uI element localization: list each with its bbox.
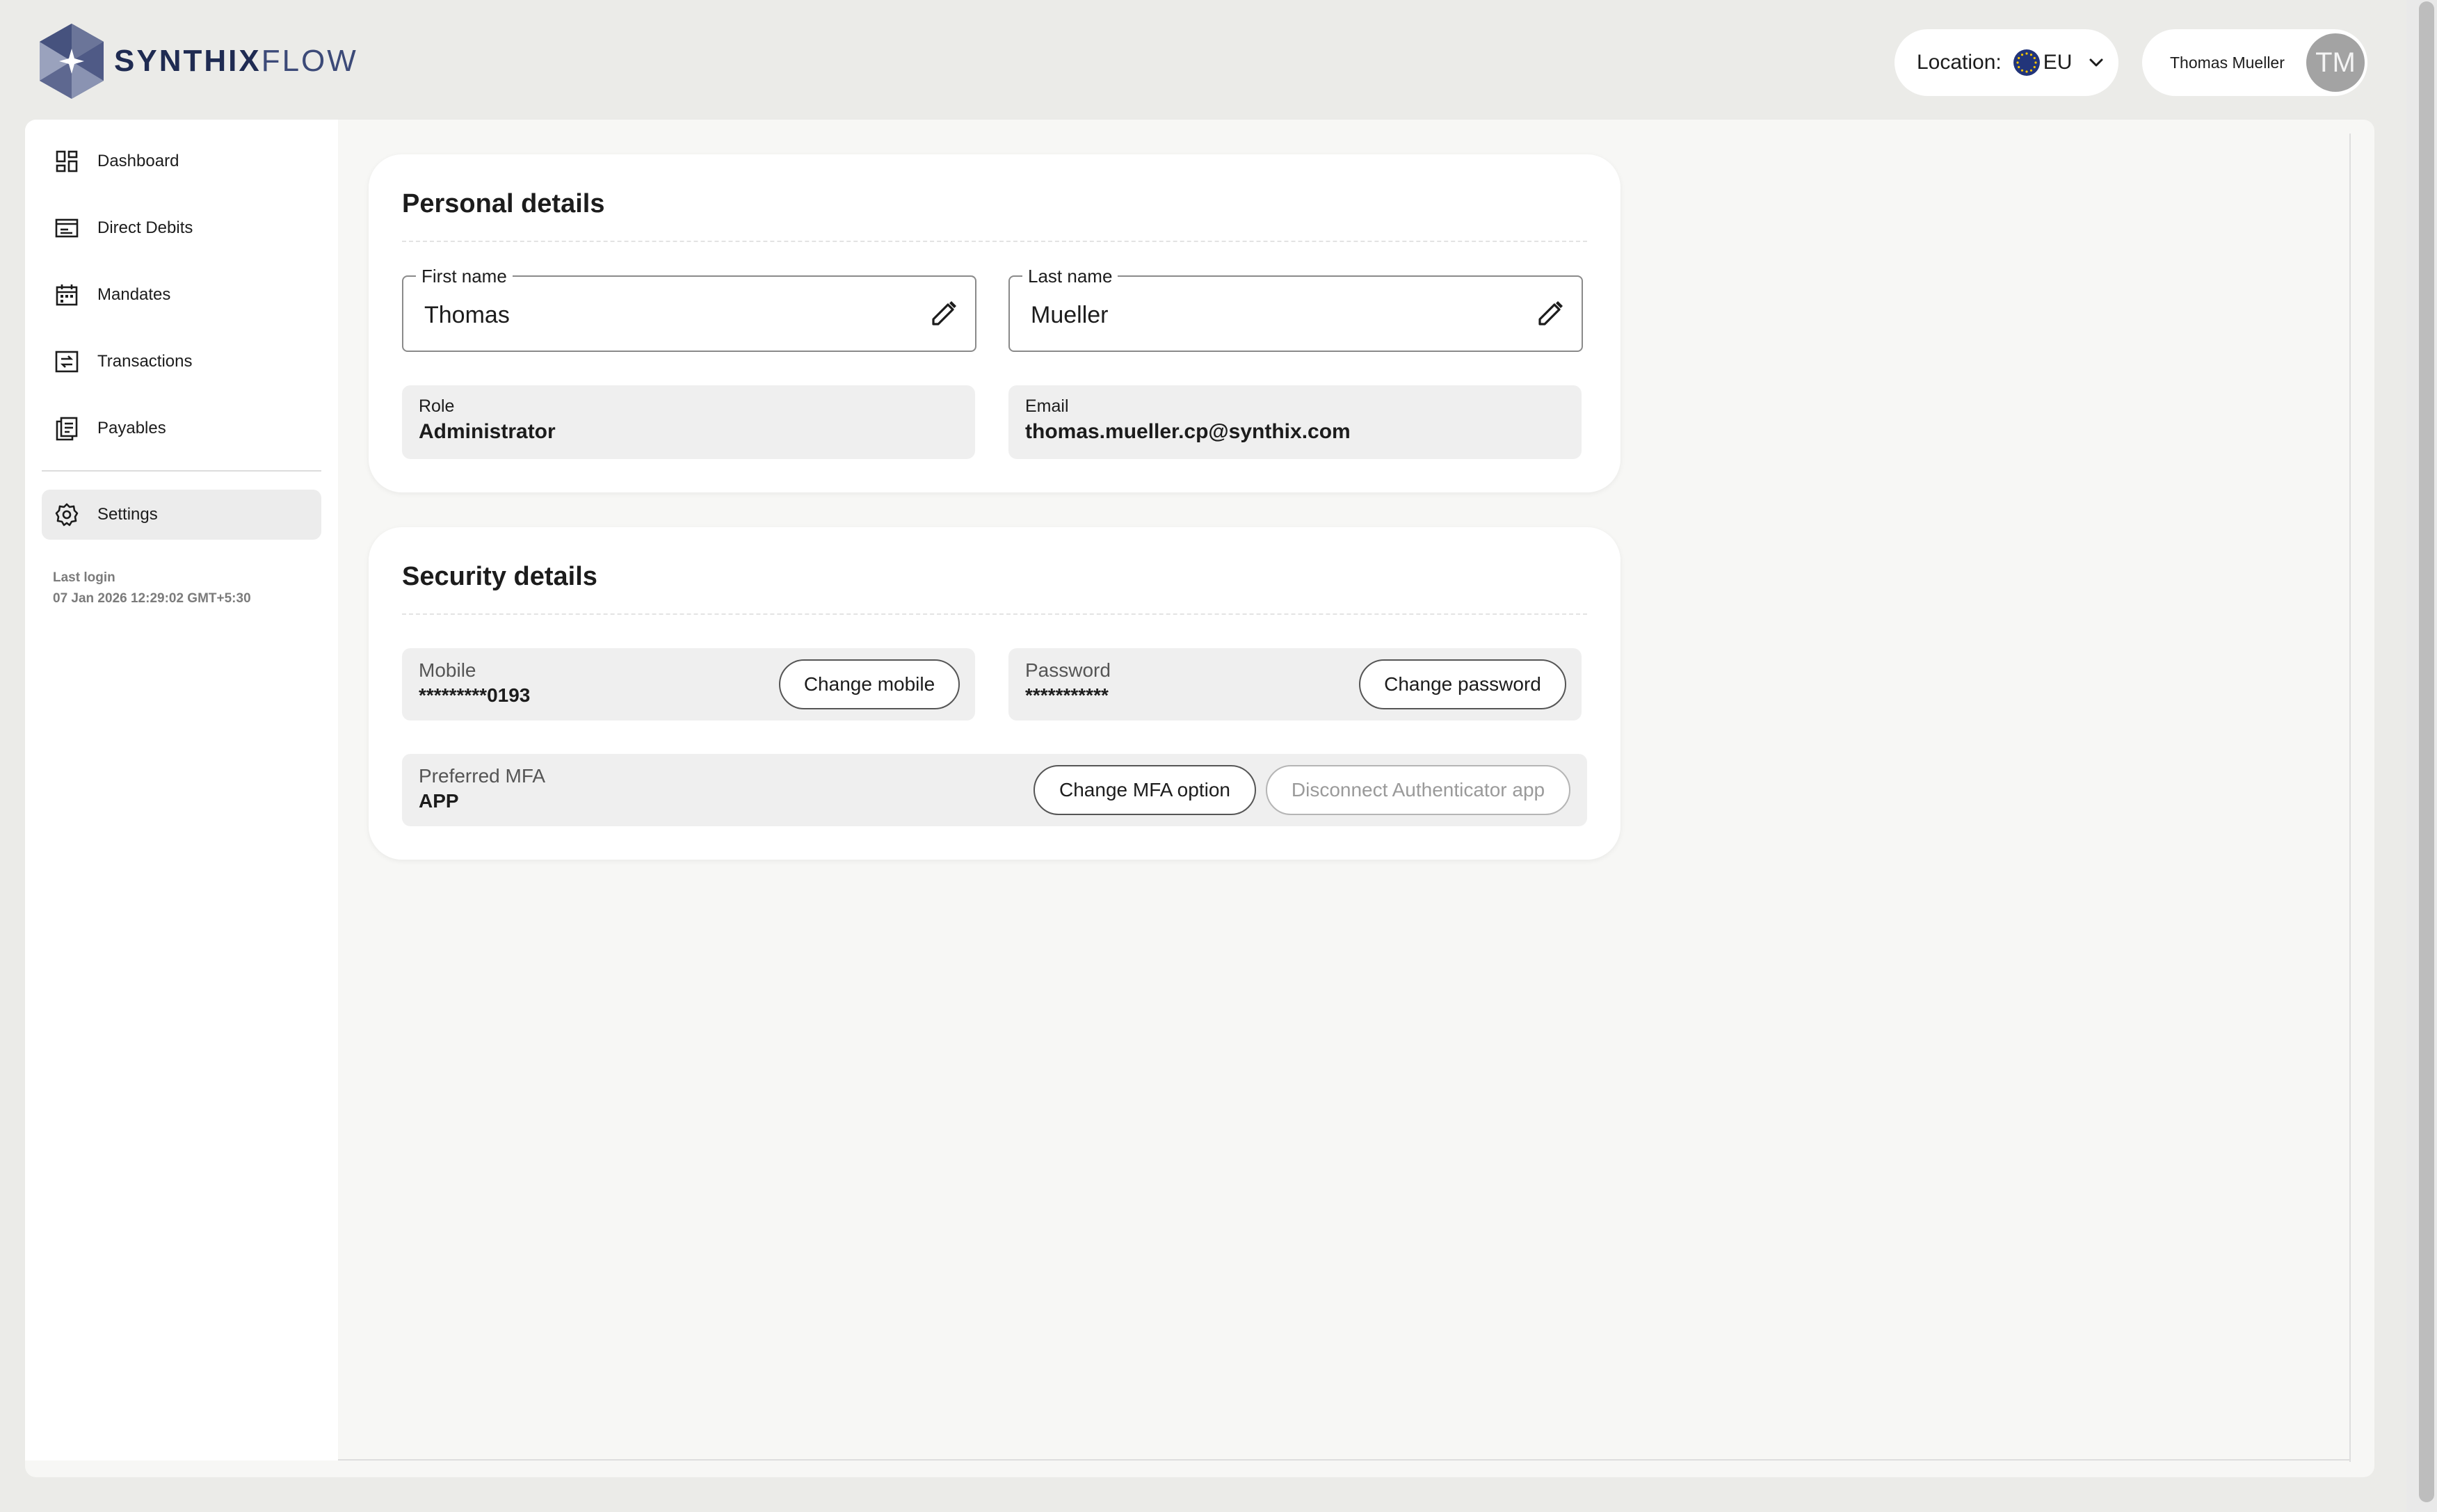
mobile-value: *********0193 [419, 684, 531, 706]
role-value: Administrator [419, 420, 556, 443]
change-password-button[interactable]: Change password [1359, 659, 1566, 709]
transactions-icon [55, 351, 79, 373]
sidebar-item-label: Dashboard [97, 152, 179, 170]
gear-icon [55, 503, 79, 526]
personal-details-title: Personal details [402, 189, 605, 218]
sidebar-item-direct-debits[interactable]: Direct Debits [42, 203, 321, 253]
password-value: *********** [1025, 684, 1109, 706]
mfa-label: Preferred MFA [419, 765, 546, 787]
location-label: Location: [1917, 51, 2002, 74]
mfa-info: Preferred MFA APP Change MFA option Disc… [402, 754, 1587, 826]
sidebar-item-label: Settings [97, 505, 158, 524]
avatar: TM [2306, 33, 2365, 92]
logo-icon [40, 24, 104, 99]
location-value: EU [2043, 51, 2073, 74]
main-panel-edge [2349, 134, 2351, 1462]
last-login: Last login 07 Jan 2026 12:29:02 GMT+5:30 [53, 568, 251, 609]
sidebar-item-transactions[interactable]: Transactions [42, 337, 321, 387]
user-menu[interactable]: Thomas Mueller TM [2142, 29, 2367, 96]
brand-wordmark: SYNTHIXFLOW [114, 44, 358, 78]
first-name-field[interactable]: First name Thomas [402, 266, 976, 352]
mfa-value: APP [419, 790, 459, 812]
first-name-label: First name [416, 266, 513, 287]
chevron-down-icon [2089, 58, 2103, 67]
main-panel-bottom-edge [338, 1459, 2351, 1461]
card-divider [402, 241, 1587, 242]
mobile-label: Mobile [419, 659, 476, 681]
password-label: Password [1025, 659, 1111, 681]
eu-flag-icon [2013, 49, 2040, 76]
change-mobile-button[interactable]: Change mobile [779, 659, 960, 709]
sidebar-item-label: Payables [97, 419, 166, 437]
password-info: Password *********** Change password [1008, 648, 1582, 721]
sidebar-item-label: Transactions [97, 352, 193, 371]
brand-logo[interactable]: SYNTHIXFLOW [35, 21, 358, 102]
sidebar-divider [42, 470, 321, 472]
first-name-value: Thomas [424, 302, 510, 328]
sidebar: Dashboard Direct Debits Mandates Transac… [25, 120, 338, 1461]
email-value: thomas.mueller.cp@synthix.com [1025, 420, 1351, 443]
payables-icon [56, 417, 78, 441]
calendar-icon [56, 284, 78, 306]
sidebar-item-payables[interactable]: Payables [42, 403, 321, 453]
last-name-label: Last name [1022, 266, 1118, 287]
last-name-field[interactable]: Last name Mueller [1008, 266, 1583, 352]
sidebar-item-label: Direct Debits [97, 218, 193, 237]
email-info: Email thomas.mueller.cp@synthix.com [1008, 385, 1582, 459]
location-selector[interactable]: Location: EU [1895, 29, 2118, 96]
card-divider [402, 613, 1587, 615]
scrollbar-thumb[interactable] [2419, 1, 2434, 1502]
personal-details-card: Personal details First name Thomas Last … [369, 154, 1620, 492]
sidebar-item-dashboard[interactable]: Dashboard [42, 136, 321, 186]
change-mfa-button[interactable]: Change MFA option [1033, 765, 1256, 815]
sidebar-item-settings[interactable]: Settings [42, 490, 321, 540]
security-details-card: Security details Mobile *********0193 Ch… [369, 527, 1620, 860]
disconnect-authenticator-button[interactable]: Disconnect Authenticator app [1266, 765, 1570, 815]
role-info: Role Administrator [402, 385, 975, 459]
sidebar-item-label: Mandates [97, 285, 171, 304]
direct-debits-icon [55, 218, 79, 238]
sidebar-item-mandates[interactable]: Mandates [42, 270, 321, 320]
user-name: Thomas Mueller [2170, 53, 2285, 72]
security-details-title: Security details [402, 562, 597, 591]
last-name-value: Mueller [1031, 302, 1109, 328]
edit-pencil-icon[interactable] [1534, 298, 1566, 330]
email-label: Email [1025, 396, 1069, 416]
role-label: Role [419, 396, 455, 416]
dashboard-icon [56, 150, 78, 172]
last-login-label: Last login [53, 570, 115, 585]
edit-pencil-icon[interactable] [928, 298, 960, 330]
last-login-value: 07 Jan 2026 12:29:02 GMT+5:30 [53, 591, 251, 606]
mobile-info: Mobile *********0193 Change mobile [402, 648, 975, 721]
